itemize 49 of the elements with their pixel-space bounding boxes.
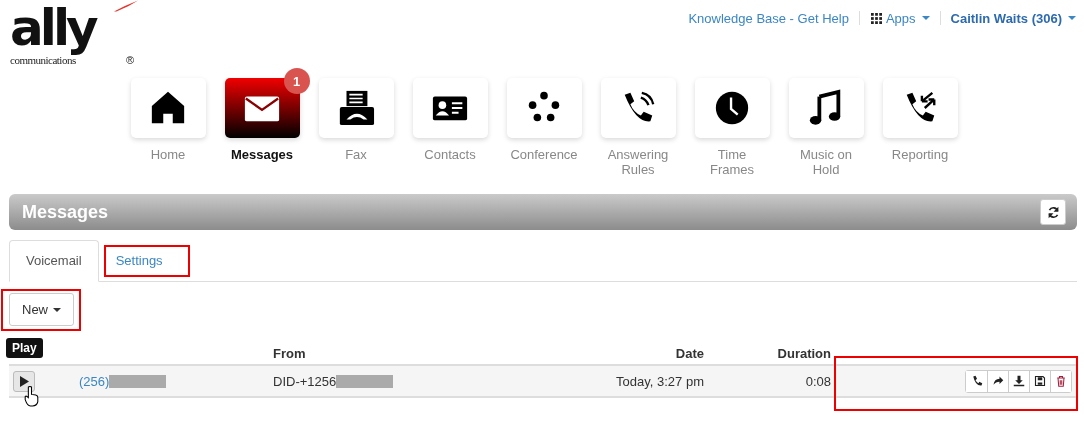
- play-icon: [19, 375, 29, 387]
- apps-menu[interactable]: Apps: [869, 10, 930, 26]
- table-cell: Today, 3:27 pm: [616, 373, 704, 389]
- trash-icon: [1055, 375, 1067, 387]
- nav-label: Contacts: [424, 147, 476, 162]
- nav-label: Reporting: [891, 147, 949, 162]
- nav-label: Time Frames: [708, 147, 756, 177]
- nav-tile[interactable]: [130, 78, 206, 138]
- swoosh-icon: [114, 0, 138, 12]
- new-dropdown-button[interactable]: New: [9, 293, 74, 326]
- nav-label: Home: [150, 147, 186, 162]
- column-header: Date: [675, 345, 704, 361]
- nav-tile[interactable]: [600, 78, 676, 138]
- forward-arrow-icon: [992, 375, 1004, 387]
- nav-tile[interactable]: [506, 78, 582, 138]
- help-link[interactable]: Knowledge Base - Get Help: [688, 10, 849, 26]
- refresh-button[interactable]: [1040, 199, 1066, 225]
- tab[interactable]: Settings: [98, 240, 180, 281]
- clock-icon: [713, 89, 751, 127]
- caller-number-link[interactable]: (256): [79, 373, 110, 389]
- download-icon: [1013, 375, 1025, 387]
- tab[interactable]: Voicemail: [9, 240, 99, 282]
- column-header: From: [273, 345, 306, 361]
- nav-tile[interactable]: [882, 78, 958, 138]
- nav-label: Music on Hold: [799, 147, 853, 177]
- grid-icon: [869, 12, 883, 24]
- column-header: Duration: [777, 345, 831, 361]
- nav-tile[interactable]: [318, 78, 394, 138]
- nav-tile[interactable]: [694, 78, 770, 138]
- nav-label: Answering Rules: [606, 147, 670, 177]
- nav-tile[interactable]: [412, 78, 488, 138]
- phone-icon: [970, 375, 983, 387]
- nav-tile[interactable]: [224, 78, 300, 138]
- nav-label: Fax: [345, 147, 367, 162]
- tooltip: Play: [6, 338, 43, 358]
- nav-label: Conference: [510, 147, 578, 162]
- logo-tagline: communications: [10, 54, 76, 66]
- notification-badge: 1: [283, 68, 310, 94]
- nav-label: Messages: [230, 147, 294, 162]
- refresh-icon: [1046, 205, 1060, 219]
- logo-wordmark: ally: [10, 0, 95, 56]
- user-menu[interactable]: Caitlin Waits (306): [950, 10, 1076, 26]
- delete-button[interactable]: [1050, 370, 1071, 392]
- nav-tile[interactable]: [788, 78, 864, 138]
- table-cell: 0:08: [805, 373, 831, 389]
- fax-icon: [337, 89, 375, 127]
- panel-title: Messages: [22, 201, 109, 223]
- table-cell: DID-+1256: [273, 373, 337, 389]
- registered-mark: ®: [126, 54, 135, 66]
